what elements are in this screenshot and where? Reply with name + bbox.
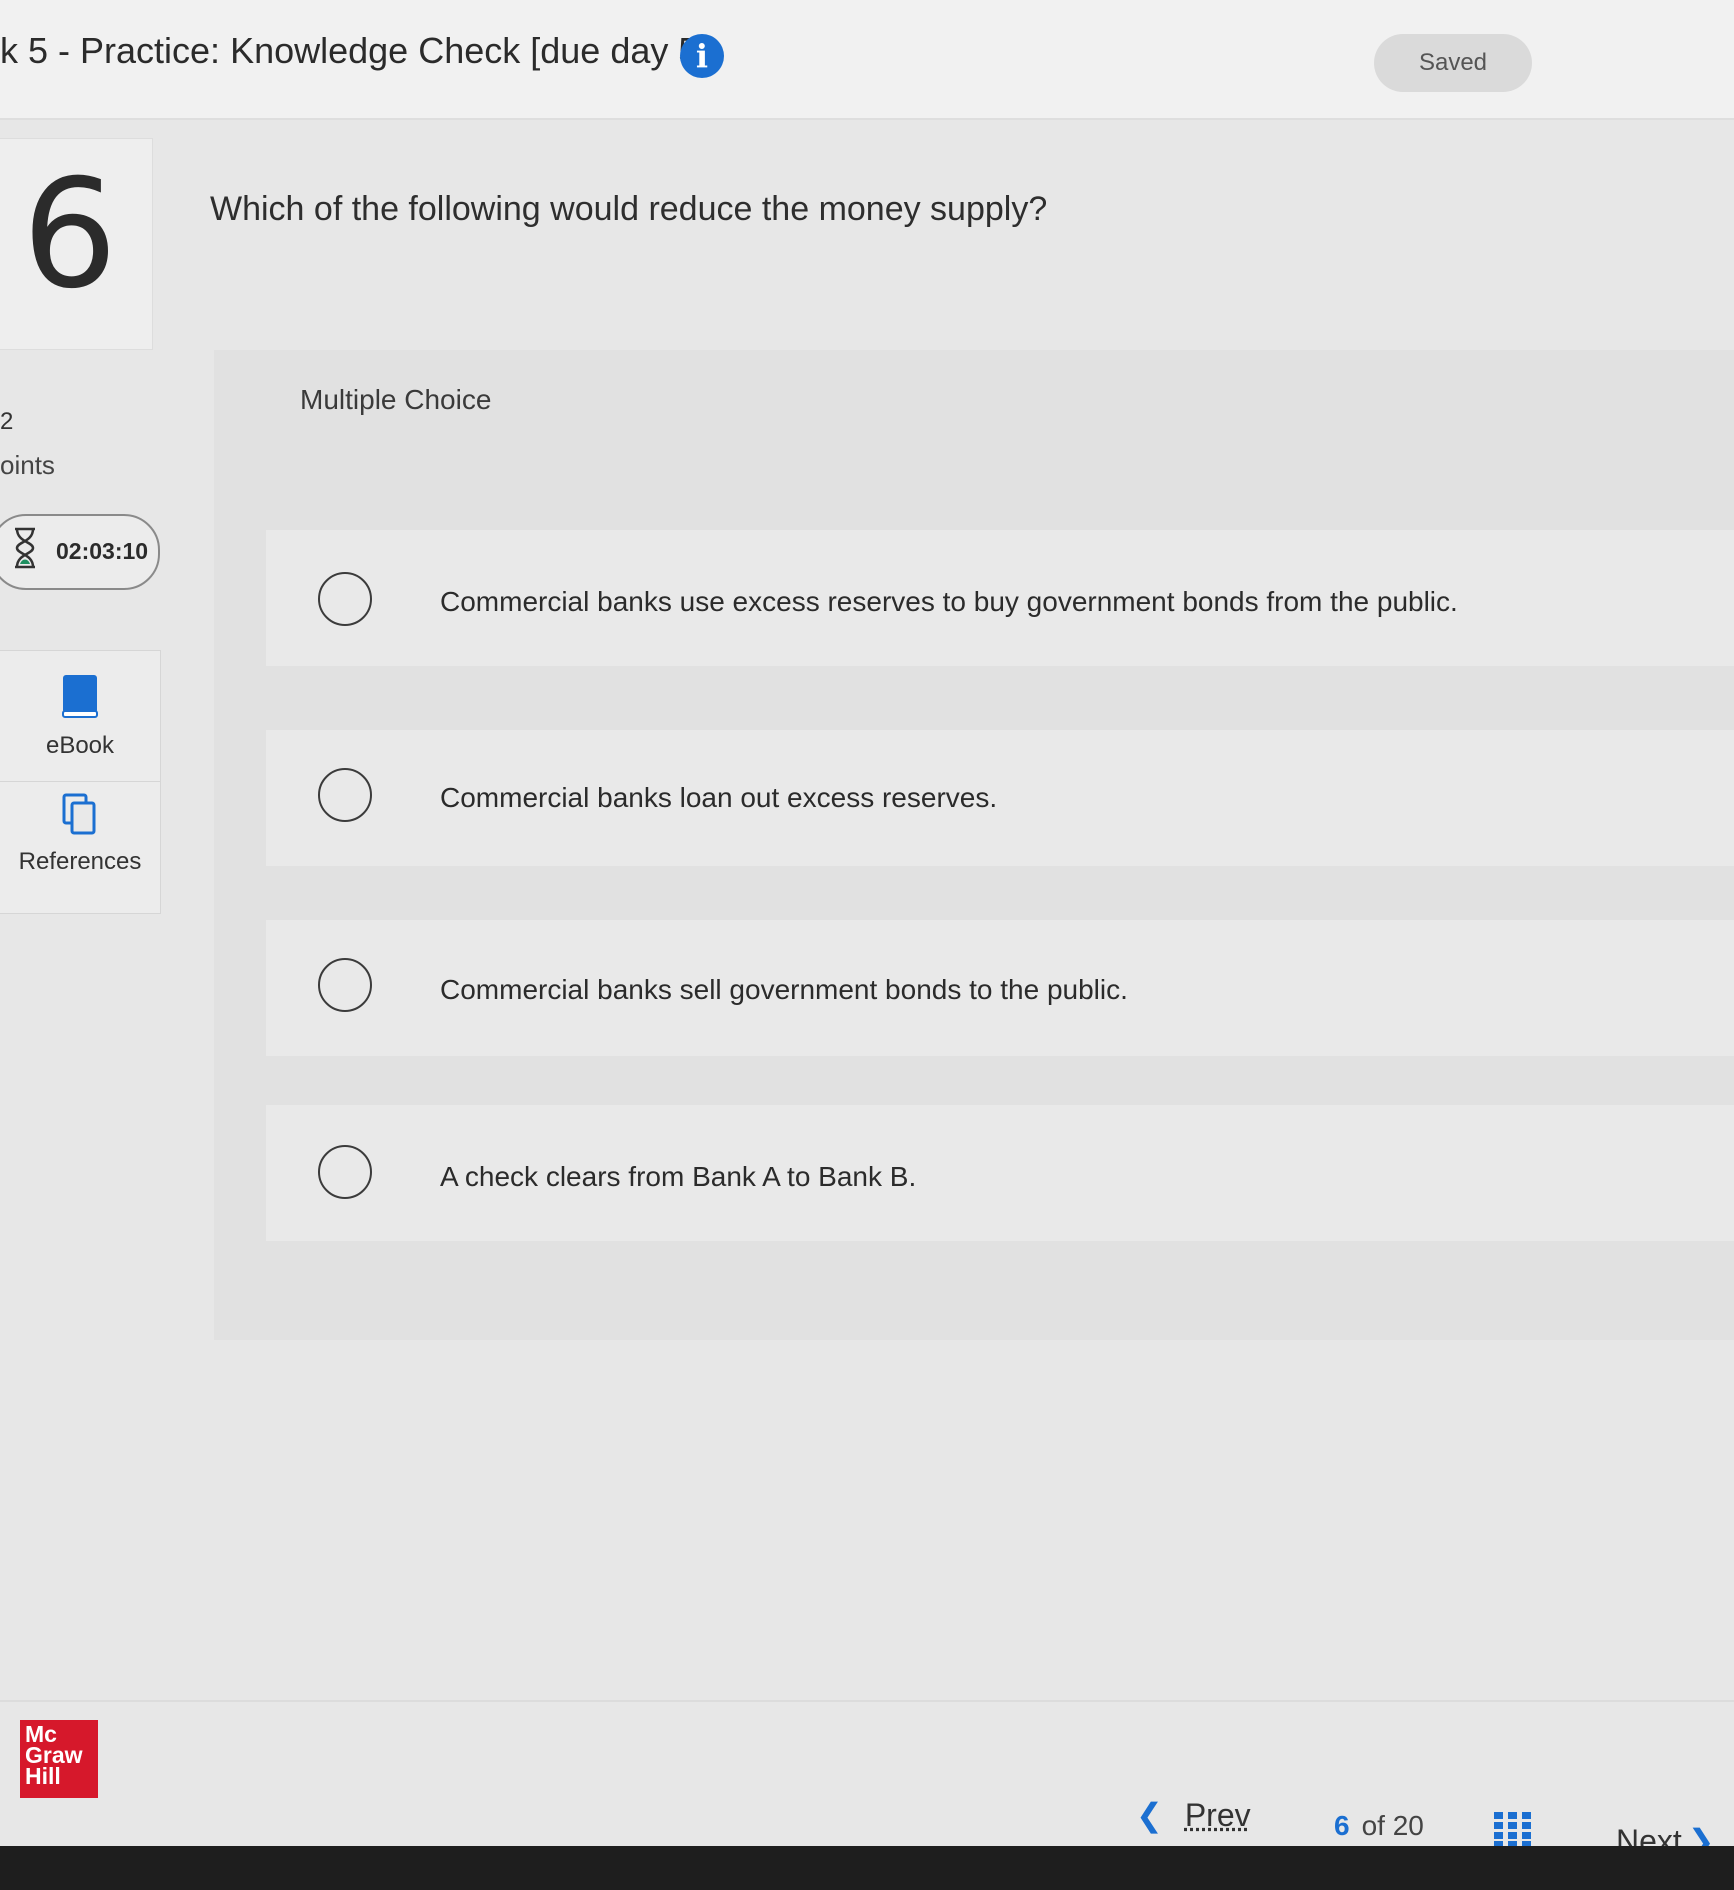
timer[interactable]: 02:03:10 [0, 514, 160, 590]
points-label: oints [0, 450, 55, 480]
side-tools-panel: eBook References [0, 650, 161, 914]
book-icon [0, 673, 160, 728]
page-total: of 20 [1361, 1810, 1424, 1841]
radio-button[interactable] [318, 768, 372, 822]
references-label: References [18, 848, 142, 875]
answer-option[interactable]: Commercial banks use excess reserves to … [266, 530, 1734, 666]
references-button[interactable]: References [0, 791, 160, 901]
mcgraw-hill-logo: Mc Graw Hill [20, 1720, 98, 1798]
prev-button[interactable]: ❮ Prev [1136, 1796, 1251, 1834]
radio-button[interactable] [318, 958, 372, 1012]
question-type-label: Multiple Choice [300, 384, 492, 415]
screen-bezel [0, 1846, 1734, 1890]
chevron-left-icon: ❮ [1136, 1797, 1163, 1833]
page-indicator[interactable]: 6 of 20 [1334, 1810, 1424, 1842]
question-text: Which of the following would reduce the … [210, 190, 1048, 228]
info-icon[interactable]: i [680, 34, 724, 78]
radio-button[interactable] [318, 572, 372, 626]
prev-label: Prev [1184, 1796, 1251, 1833]
footer-divider [0, 1700, 1734, 1702]
assignment-title: k 5 - Practice: Knowledge Check [due day… [0, 30, 709, 71]
option-label: A check clears from Bank A to Bank B. [440, 1161, 917, 1192]
timer-value: 02:03:10 [56, 538, 149, 564]
ebook-label: eBook [45, 732, 115, 759]
option-label: Commercial banks loan out excess reserve… [440, 782, 998, 813]
logo-line: Hill [25, 1763, 61, 1789]
ebook-button[interactable]: eBook [0, 673, 160, 782]
option-label: Commercial banks sell government bonds t… [440, 974, 1128, 1005]
current-page: 6 [1334, 1810, 1350, 1841]
question-number: 6 [22, 148, 118, 322]
hourglass-icon [12, 526, 38, 575]
points-value: 2 [0, 408, 14, 435]
answer-option[interactable]: Commercial banks loan out excess reserve… [266, 730, 1734, 866]
header-bar: k 5 - Practice: Knowledge Check [due day… [0, 0, 1734, 120]
option-label: Commercial banks use excess reserves to … [440, 586, 1458, 617]
radio-button[interactable] [318, 1145, 372, 1199]
answer-option[interactable]: A check clears from Bank A to Bank B. [266, 1105, 1734, 1241]
answer-option[interactable]: Commercial banks sell government bonds t… [266, 920, 1734, 1056]
saved-status-badge: Saved [1374, 34, 1532, 92]
copy-icon [0, 791, 160, 844]
